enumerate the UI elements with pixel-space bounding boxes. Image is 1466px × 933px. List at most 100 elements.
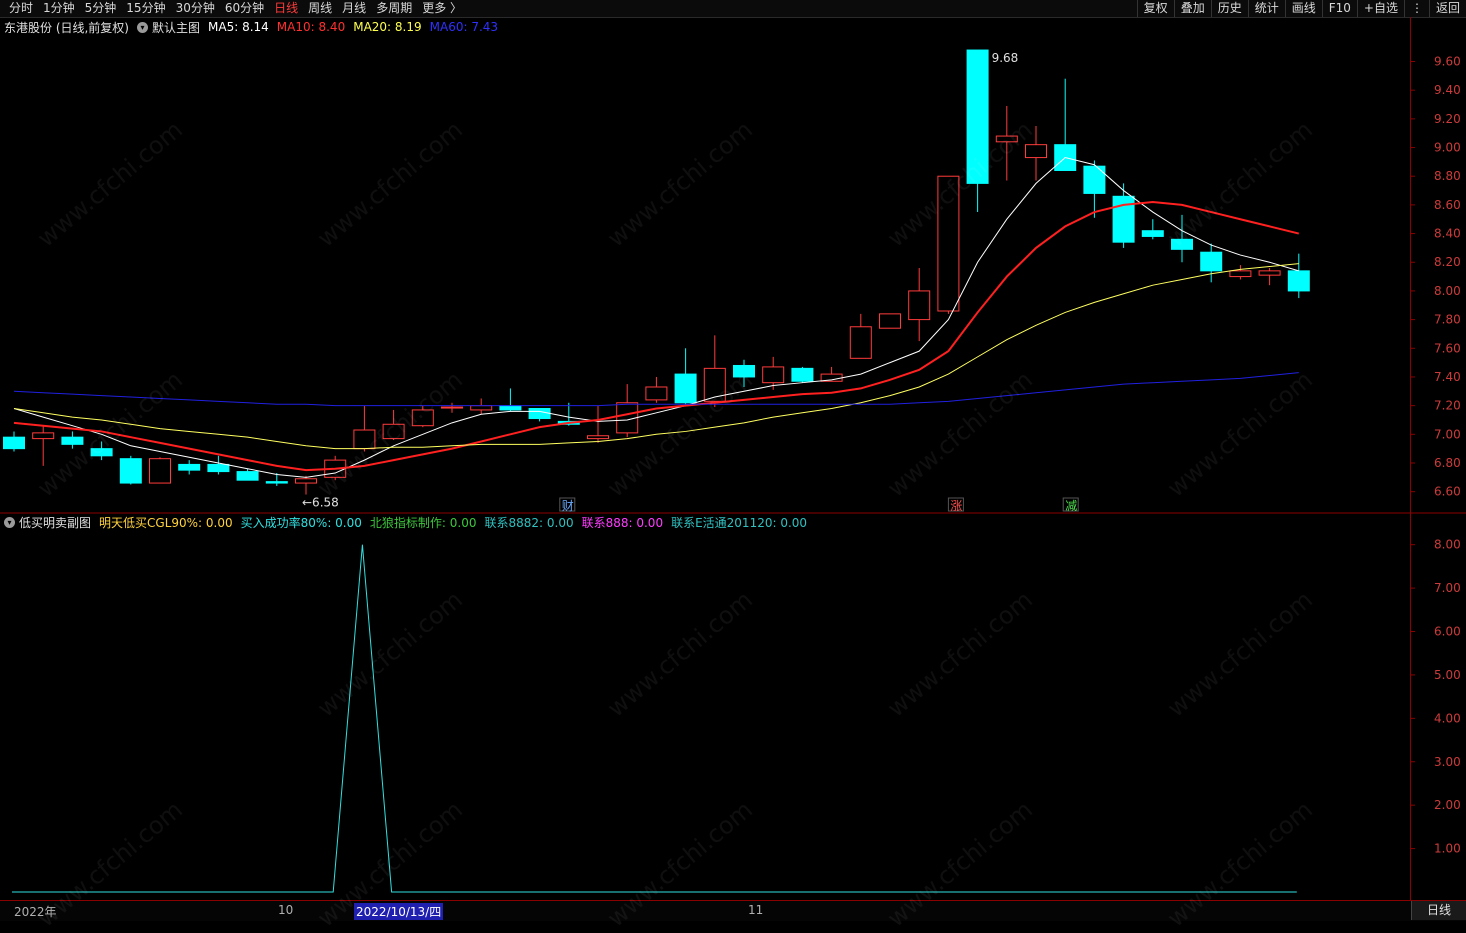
ma20-value: MA20: 8.19	[353, 20, 422, 34]
ma10-value: MA10: 8.40	[276, 20, 346, 34]
toolbar-button[interactable]: 复权	[1136, 0, 1174, 17]
indicator-axis-label: 7.00	[1434, 581, 1461, 595]
ma-line-ma5	[13, 157, 1299, 478]
toolbar-button[interactable]: 叠加	[1173, 0, 1211, 17]
candle-body	[1083, 165, 1106, 194]
candle-body	[90, 448, 113, 457]
candle-body	[1025, 144, 1047, 159]
period-tab[interactable]: 30分钟	[171, 0, 220, 17]
period-tab[interactable]: 周线	[303, 0, 337, 17]
candle-body	[470, 405, 493, 411]
period-tab[interactable]: 1分钟	[38, 0, 80, 17]
toggle-icon[interactable]: ▾	[137, 21, 148, 33]
sub-indicator-name[interactable]: 低买明卖副图	[19, 514, 91, 531]
candle-body	[32, 432, 55, 440]
ma-line-ma10	[13, 201, 1300, 472]
low-price-label: ←6.58	[302, 496, 339, 510]
price-axis-label: 7.40	[1434, 370, 1461, 384]
period-tab[interactable]: 日线	[269, 0, 303, 17]
date-label: 2022年	[14, 905, 57, 919]
price-axis-label: 7.80	[1434, 313, 1461, 327]
date-label: 11	[748, 903, 764, 917]
period-tab[interactable]: 60分钟	[220, 0, 269, 17]
top-toolbar: 分时 1分钟 5分钟 15分钟 30分钟 60分钟 日线 周线 月线 多周期 更多 〉 复权 叠加 历史…	[0, 0, 1466, 18]
more-icon[interactable]: ⋮	[1403, 0, 1429, 17]
candle-body	[1258, 270, 1281, 276]
price-axis-label: 9.20	[1434, 112, 1461, 126]
indicator-value: 北狼指标制作: 0.00	[369, 515, 477, 530]
indicator-axis-label: 1.00	[1434, 842, 1461, 856]
period-tab[interactable]: 月线	[337, 0, 371, 17]
candle-body	[1171, 238, 1193, 250]
toolbar-button[interactable]: 统计	[1247, 0, 1285, 17]
candle-body	[762, 366, 785, 384]
candle-body	[1200, 251, 1223, 272]
candle-body	[674, 373, 697, 404]
candle-body	[265, 481, 288, 484]
toolbar-button[interactable]: 画线	[1284, 0, 1322, 17]
candle-body	[207, 463, 230, 473]
price-axis-label: 7.20	[1434, 399, 1461, 413]
event-marker-label: 涨	[950, 498, 962, 513]
candle-body	[966, 49, 989, 184]
candle-body	[178, 463, 201, 471]
candle-body	[499, 405, 522, 411]
candle-body	[353, 429, 376, 450]
indicator-value: 联系E活通201120: 0.00	[671, 515, 808, 530]
indicator-chart[interactable]: 8.00 7.00 6.00 5.00 4.00 3.00 2.00 1.00	[0, 530, 1466, 900]
candle-body	[1229, 270, 1252, 278]
main-chart-legend: 东港股份 (日线,前复权) ▾ 默认主图 MA5: 8.14 MA10: 8.4…	[4, 19, 506, 35]
sub-indicator-values: 明天低买CGL90%: 0.00 买入成功率80%: 0.00 北狼指标制作: 0.…	[99, 514, 815, 531]
crosshair-date: 2022/10/13/四	[354, 903, 444, 920]
price-axis-label: 6.80	[1434, 456, 1461, 470]
event-marker-label: 减	[1065, 499, 1077, 513]
price-axis-label: 6.60	[1434, 485, 1461, 499]
candle-body	[733, 364, 755, 378]
stock-name[interactable]: 东港股份 (日线,前复权)	[4, 19, 129, 36]
candle-body	[791, 367, 814, 382]
toggle-icon[interactable]: ▾	[4, 516, 15, 528]
candle-body	[382, 423, 405, 440]
price-axis-label: 9.00	[1434, 141, 1461, 155]
price-axis-label: 8.60	[1434, 198, 1461, 212]
candle-body	[149, 458, 171, 484]
toolbar-button[interactable]: F10	[1321, 0, 1357, 17]
toolbar-button[interactable]: 返回	[1428, 0, 1466, 17]
candle-body	[995, 135, 1018, 143]
period-tab[interactable]: 15分钟	[121, 0, 170, 17]
indicator-value: 买入成功率80%: 0.00	[240, 515, 362, 530]
candlestick-chart[interactable]: 9.60 9.40 9.20 9.00 8.80 8.60 8.40 8.20 8.00 7.80…	[0, 36, 1466, 514]
indicator-axis-label: 4.00	[1434, 711, 1461, 725]
main-template-name[interactable]: 默认主图	[152, 19, 200, 36]
candle-body	[236, 471, 259, 481]
period-tab[interactable]: 分时	[4, 0, 38, 17]
candle-body	[645, 386, 668, 401]
candle-body	[441, 406, 463, 409]
indicator-value: 明天低买CGL90%: 0.00	[99, 515, 233, 530]
price-axis-label: 8.00	[1434, 284, 1461, 298]
candle-body	[1141, 230, 1164, 237]
price-axis-label: 8.20	[1434, 255, 1461, 269]
period-tab[interactable]: 多周期	[371, 0, 417, 17]
price-axis-label: 7.60	[1434, 341, 1461, 355]
toolbar-button[interactable]: 历史	[1210, 0, 1248, 17]
candle-body	[908, 290, 931, 321]
period-tab[interactable]: 5分钟	[80, 0, 122, 17]
period-tab[interactable]: 更多 〉	[417, 0, 467, 17]
candle-body	[879, 313, 901, 329]
indicator-axis-label: 3.00	[1434, 755, 1461, 769]
indicator-axis-label: 6.00	[1434, 625, 1461, 639]
candle-body	[1287, 270, 1310, 292]
indicator-axis-label: 8.00	[1434, 538, 1461, 552]
period-tabs: 分时 1分钟 5分钟 15分钟 30分钟 60分钟 日线 周线 月线 多周期 更多 〉	[0, 0, 467, 17]
candle-body	[295, 478, 317, 484]
candle-body	[849, 326, 872, 359]
price-axis-label: 9.60	[1434, 55, 1461, 69]
indicator-value: 联系888: 0.00	[581, 515, 664, 530]
price-axis-label: 8.40	[1434, 227, 1461, 241]
indicator-line	[12, 544, 1297, 893]
period-indicator[interactable]: 日线	[1411, 901, 1466, 920]
candle-body	[3, 436, 25, 450]
ma-line-ma20	[13, 263, 1299, 450]
toolbar-button[interactable]: +自选	[1356, 0, 1404, 17]
